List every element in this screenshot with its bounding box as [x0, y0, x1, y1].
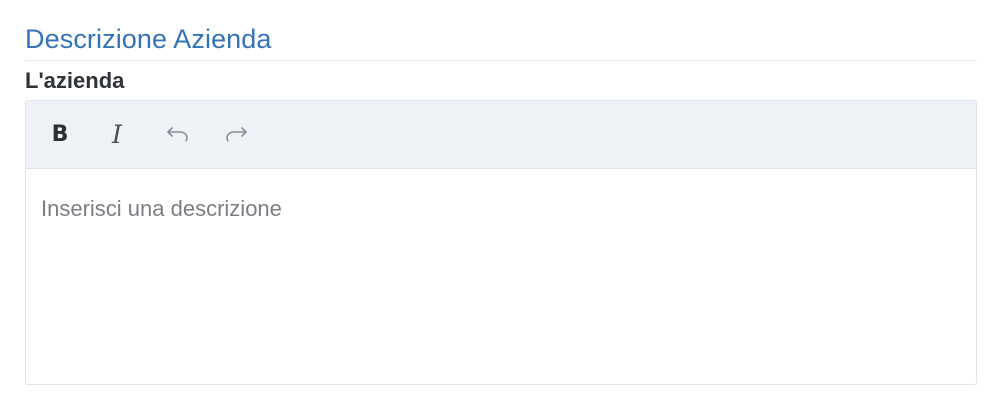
undo-icon [165, 125, 191, 143]
field-label: L'azienda [25, 68, 125, 93]
editor-placeholder: Inserisci una descrizione [41, 196, 282, 221]
italic-button[interactable]: I [99, 116, 135, 152]
undo-button[interactable] [160, 116, 196, 152]
editor-toolbar: B I [26, 101, 976, 169]
redo-button[interactable] [218, 116, 254, 152]
rich-text-editor: B I Inserisci una descrizione [25, 100, 977, 385]
editor-content-area[interactable]: Inserisci una descrizione [26, 169, 976, 384]
section-divider [25, 60, 977, 61]
redo-icon [223, 125, 249, 143]
section-title: Descrizione Azienda [25, 24, 272, 54]
bold-button[interactable]: B [42, 116, 78, 152]
